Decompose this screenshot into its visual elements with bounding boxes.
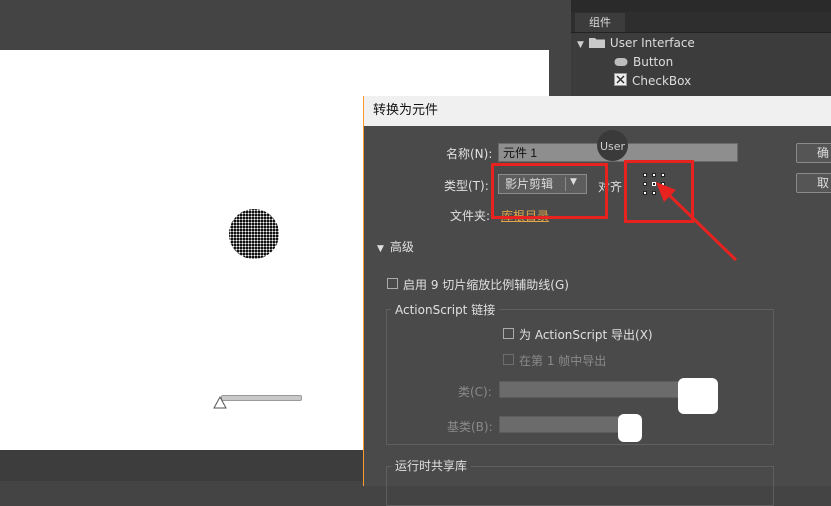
components-panel: 组件 ▼ User Interface Button CheckBox [571,0,831,100]
tree-item-checkbox[interactable]: CheckBox [614,72,691,90]
name-label: 名称(N): [446,147,493,161]
expand-triangle-icon[interactable]: ▼ [577,40,584,50]
folder-icon [588,35,605,53]
advanced-label: 高级 [389,240,414,254]
render-artifact [678,378,718,414]
tab-components[interactable]: 组件 [575,13,625,32]
export-frame1-label: 在第 1 帧中导出 [519,354,607,368]
expand-triangle-icon: ▼ [377,244,384,254]
slider-track[interactable] [221,395,302,401]
convert-to-symbol-dialog: 转换为元件 名称(N): 类型(T): 影片剪辑 ▼ 对齐 文件夹: 库根目录 … [363,96,831,506]
export-actionscript-checkbox[interactable] [503,328,514,339]
tree-folder-user-interface[interactable]: ▼ User Interface [577,34,695,52]
tree-item-label: Button [633,55,674,69]
cancel-button[interactable]: 取 [796,173,831,193]
export-actionscript-label: 为 ActionScript 导出(X) [519,328,653,342]
advanced-toggle[interactable]: ▼ 高级 [377,238,414,255]
tree-item-button[interactable]: Button [614,53,673,71]
runtime-group-title: 运行时共享库 [391,457,472,474]
tree-folder-label: User Interface [609,36,695,50]
panel-header-strip [571,0,831,12]
highlight-box-type [491,163,608,219]
export-frame1-checkbox[interactable] [503,354,514,365]
class-field[interactable] [499,381,699,398]
user-tooltip: User [597,130,628,161]
ok-button[interactable]: 确 [796,143,831,163]
base-class-field[interactable] [499,416,624,433]
nine-slice-label: 启用 9 切片缩放比例辅助线(G) [403,278,569,292]
base-class-label: 基类(B): [447,420,493,434]
tree-item-label: CheckBox [632,74,692,88]
checkbox-icon [614,72,627,91]
stage-bottom-bar [0,450,370,481]
red-arrow-icon [650,178,740,267]
dialog-title: 转换为元件 [364,96,831,126]
folder-label: 文件夹: [450,209,491,223]
class-label: 类(C): [458,385,492,399]
render-artifact [618,414,642,442]
nine-slice-checkbox[interactable] [387,278,398,289]
actionscript-group-title: ActionScript 链接 [391,301,500,318]
halftone-circle-shape[interactable] [229,209,279,259]
button-icon [614,54,628,72]
type-label: 类型(T): [444,179,489,193]
